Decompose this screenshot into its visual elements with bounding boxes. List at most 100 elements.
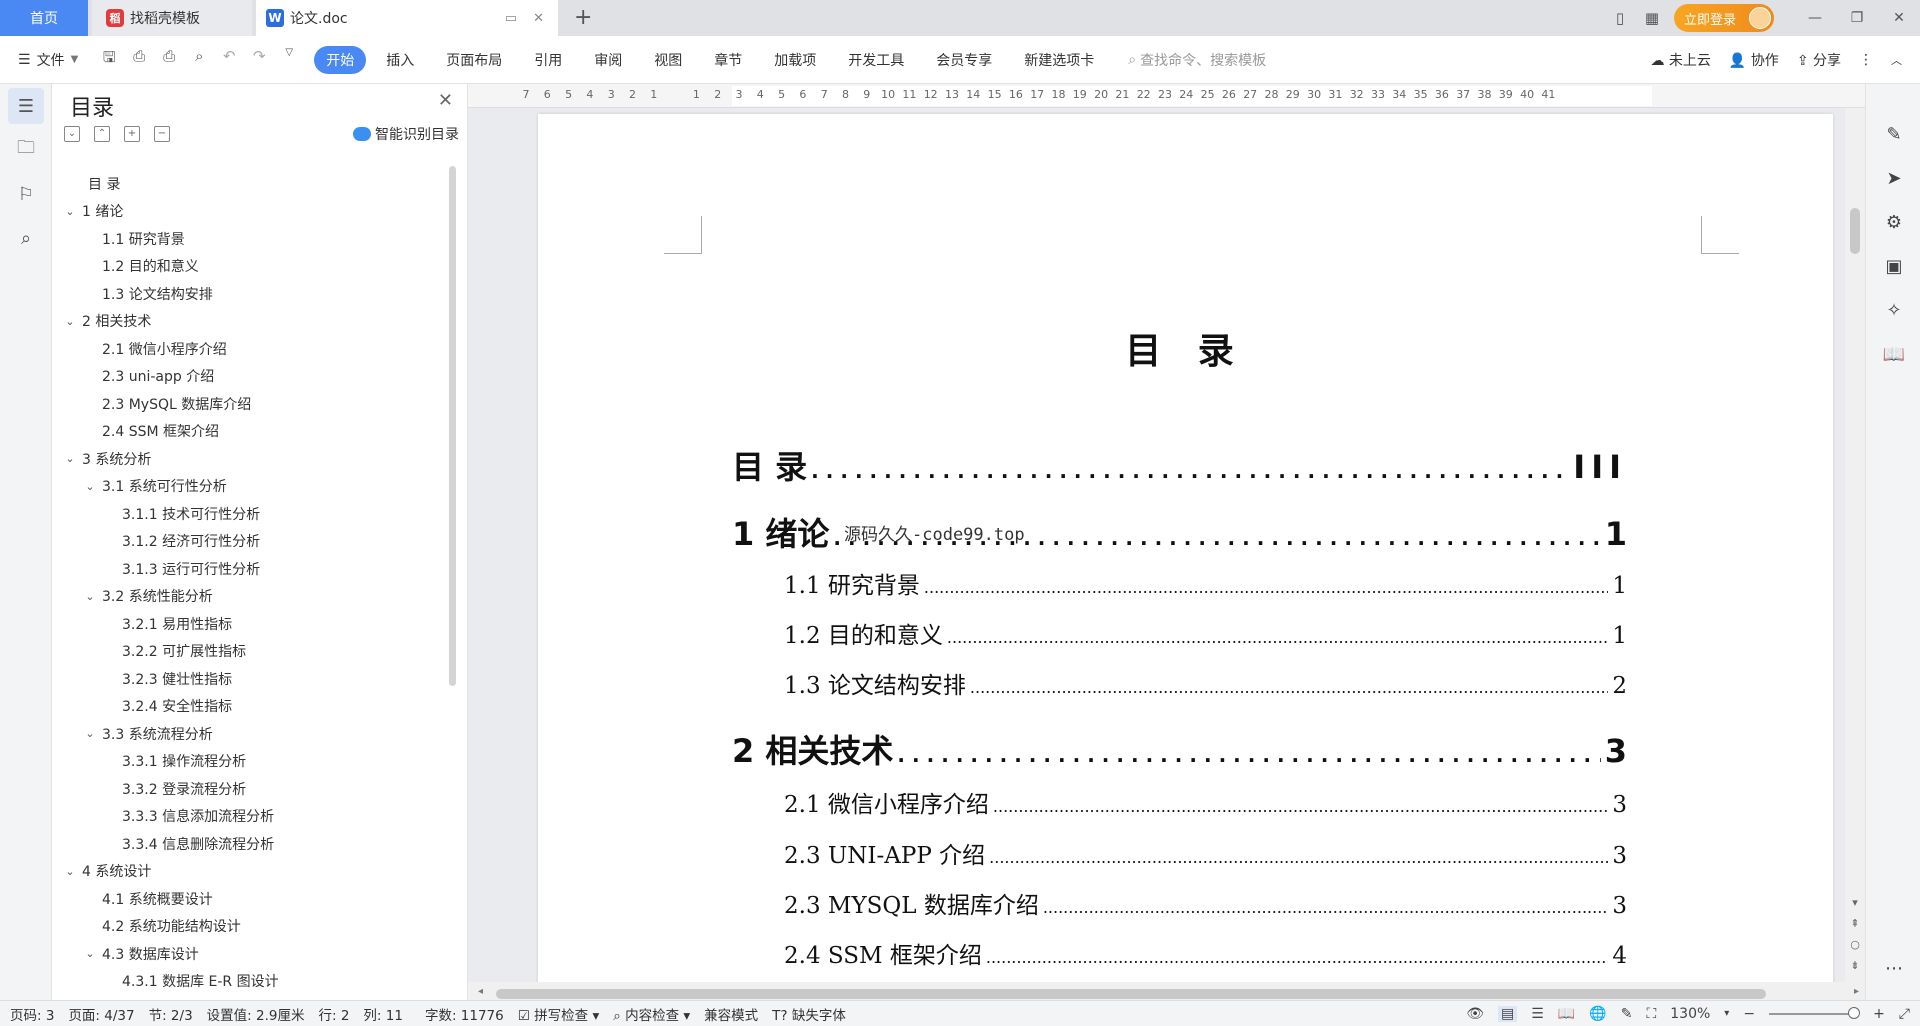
navigation-icon[interactable]: 🗀 bbox=[8, 132, 44, 168]
chevron-down-icon[interactable]: ⌄ bbox=[62, 452, 78, 465]
export-pdf-icon[interactable]: ⎙ bbox=[128, 47, 150, 72]
close-icon[interactable]: ✕ bbox=[438, 90, 453, 111]
tab-review[interactable]: 审阅 bbox=[578, 50, 638, 70]
toc-item[interactable]: 1.2 目的和意义 bbox=[52, 253, 448, 281]
spell-check-button[interactable]: ☑ 拼写检查 ▾ bbox=[518, 1004, 599, 1024]
toc-panel-icon[interactable]: ☰ bbox=[8, 88, 44, 124]
doc-toc-entry[interactable]: 2.1 微信小程序介绍.............................… bbox=[784, 785, 1627, 819]
toc-item[interactable]: ⌄ 2 相关技术 bbox=[52, 308, 448, 336]
more-vertical-icon[interactable]: ⋮ bbox=[1859, 52, 1873, 68]
toc-item[interactable]: 4.3.1 数据库 E-R 图设计 bbox=[52, 968, 448, 996]
chevron-down-icon[interactable]: ⌄ bbox=[82, 947, 98, 960]
share-button[interactable]: ⇪ 分享 bbox=[1797, 50, 1841, 70]
toc-item[interactable]: ⌄ 1 绪论 bbox=[52, 198, 448, 226]
tab-new-tab[interactable]: 新建选项卡 bbox=[1008, 50, 1110, 70]
find-icon[interactable]: ⌕ bbox=[8, 220, 44, 256]
chevron-down-icon[interactable]: ⌄ bbox=[82, 480, 98, 493]
tab-insert[interactable]: 插入 bbox=[370, 50, 430, 70]
fullscreen-icon[interactable]: ⤢ bbox=[1899, 1006, 1910, 1022]
chevron-down-icon[interactable]: ⌄ bbox=[62, 205, 78, 218]
new-tab-icon[interactable]: + bbox=[574, 5, 592, 30]
prev-page-icon[interactable]: ⇞ bbox=[1850, 917, 1859, 930]
write-mode-icon[interactable]: ✎ bbox=[1621, 1006, 1633, 1022]
tab-addins[interactable]: 加载项 bbox=[758, 50, 832, 70]
zoom-out-icon[interactable]: − bbox=[1743, 1006, 1755, 1022]
toc-item[interactable]: 3.1.1 技术可行性分析 bbox=[52, 500, 448, 528]
smart-toc-button[interactable]: 智能识别目录 bbox=[353, 124, 459, 144]
doc-toc-entry[interactable]: 1.3 论文结构安排..............................… bbox=[784, 666, 1627, 700]
zoom-dropdown-icon[interactable]: ▾ bbox=[1724, 1008, 1729, 1019]
tab-document[interactable]: W 论文.doc ▭ ✕ bbox=[256, 0, 558, 36]
toc-scrollbar[interactable] bbox=[449, 166, 456, 686]
toc-item[interactable]: 1.3 论文结构安排 bbox=[52, 280, 448, 308]
tab-start[interactable]: 开始 bbox=[314, 45, 367, 74]
toc-item[interactable]: 3.3.3 信息添加流程分析 bbox=[52, 803, 448, 831]
status-word-count[interactable]: 字数: 11776 bbox=[425, 1004, 504, 1024]
scroll-down-icon[interactable]: ▾ bbox=[1852, 896, 1858, 909]
cloud-status[interactable]: ☁ 未上云 bbox=[1650, 50, 1710, 70]
close-window-icon[interactable]: ✕ bbox=[1878, 10, 1920, 26]
fit-page-icon[interactable]: ⛶ bbox=[1646, 1006, 1656, 1022]
toc-item[interactable]: 3.2.1 易用性指标 bbox=[52, 610, 448, 638]
toc-item[interactable]: ⌄ 4.3 数据库设计 bbox=[52, 940, 448, 968]
horizontal-scroll-thumb[interactable] bbox=[496, 989, 1766, 999]
next-page-icon[interactable]: ⇟ bbox=[1850, 959, 1859, 972]
scroll-left-icon[interactable]: ◂ bbox=[478, 986, 483, 997]
collab-button[interactable]: 👤 协作 bbox=[1729, 50, 1779, 70]
toc-item[interactable]: 2.4 SSM 框架介绍 bbox=[52, 418, 448, 446]
zoom-slider[interactable] bbox=[1769, 1006, 1861, 1019]
toc-item[interactable]: 3.2.3 健壮性指标 bbox=[52, 665, 448, 693]
tab-developer[interactable]: 开发工具 bbox=[832, 50, 920, 70]
web-view-icon[interactable]: 🌐 bbox=[1589, 1006, 1606, 1022]
doc-toc-entry[interactable]: 2 相关技术..................................… bbox=[732, 726, 1627, 772]
toc-item[interactable]: 3.1.3 运行可行性分析 bbox=[52, 555, 448, 583]
zoom-slider-knob[interactable] bbox=[1848, 1006, 1861, 1019]
bookmark-icon[interactable]: ⚐ bbox=[8, 176, 44, 212]
toc-item[interactable]: 4.1 系统概要设计 bbox=[52, 885, 448, 913]
zoom-in-icon[interactable]: + bbox=[1873, 1006, 1885, 1022]
image-edit-icon[interactable]: ▣ bbox=[1880, 252, 1908, 280]
doc-toc-entry[interactable]: 1.1 研究背景................................… bbox=[784, 566, 1627, 600]
redo-icon[interactable]: ↷ bbox=[248, 47, 270, 72]
content-check-button[interactable]: ⌕ 内容检查 ▾ bbox=[613, 1004, 690, 1024]
quick-access-more-icon[interactable]: ▽ bbox=[278, 47, 300, 72]
tab-pin-icon[interactable]: ▭ bbox=[505, 11, 517, 26]
select-browse-icon[interactable]: ○ bbox=[1850, 938, 1860, 951]
toc-item[interactable]: ⌄ 3 系统分析 bbox=[52, 445, 448, 473]
collapse-ribbon-icon[interactable]: ︿ bbox=[1891, 52, 1902, 68]
save-icon[interactable]: 🖫 bbox=[98, 47, 120, 72]
toc-item[interactable]: 1.1 研究背景 bbox=[52, 225, 448, 253]
chevron-down-icon[interactable]: ⌄ bbox=[62, 865, 78, 878]
toc-item[interactable]: ⌄ 3.3 系统流程分析 bbox=[52, 720, 448, 748]
demote-icon[interactable]: − bbox=[154, 126, 170, 142]
toc-item[interactable]: ⌄ 4 系统设计 bbox=[52, 858, 448, 886]
chevron-down-icon[interactable]: ⌄ bbox=[82, 727, 98, 740]
sliders-icon[interactable]: ⚙ bbox=[1880, 208, 1908, 236]
outline-view-icon[interactable]: ☰ bbox=[1531, 1006, 1544, 1022]
minimize-icon[interactable]: — bbox=[1794, 10, 1836, 26]
ruler[interactable]: 7 6 5 4 3 2 1 1 2 3 4 5 6 7 8 9 10 11 12 13 14 15 16 17 18 19 20 21… bbox=[468, 84, 1865, 108]
missing-font-button[interactable]: T? 缺失字体 bbox=[772, 1004, 846, 1024]
zoom-level[interactable]: 130% bbox=[1670, 1006, 1710, 1022]
toc-item[interactable]: 3.2.4 安全性指标 bbox=[52, 693, 448, 721]
promote-icon[interactable]: + bbox=[124, 126, 140, 142]
doc-toc-entry[interactable]: 目 录.....................................… bbox=[732, 442, 1627, 488]
toc-item[interactable]: ⌄ 3.2 系统性能分析 bbox=[52, 583, 448, 611]
toc-item[interactable]: 3.3.1 操作流程分析 bbox=[52, 748, 448, 776]
pen-icon[interactable]: ✎ bbox=[1880, 120, 1908, 148]
toc-item[interactable]: 3.3.2 登录流程分析 bbox=[52, 775, 448, 803]
tab-member[interactable]: 会员专享 bbox=[920, 50, 1008, 70]
tab-view[interactable]: 视图 bbox=[638, 50, 698, 70]
toc-item[interactable]: 3.2.2 可扩展性指标 bbox=[52, 638, 448, 666]
doc-toc-entry[interactable]: 2.4 SSM 框架介绍............................… bbox=[784, 936, 1627, 970]
reading-view-icon[interactable]: 📖 bbox=[1558, 1006, 1575, 1022]
collapse-all-icon[interactable]: ⌃ bbox=[94, 126, 110, 142]
toc-item[interactable]: 4.2 系统功能结构设计 bbox=[52, 913, 448, 941]
pointer-icon[interactable]: ➤ bbox=[1880, 164, 1908, 192]
tab-close-icon[interactable]: ✕ bbox=[533, 11, 544, 26]
print-preview-icon[interactable]: ⌕ bbox=[188, 47, 210, 72]
tab-template[interactable]: 稻 找稻壳模板 bbox=[92, 0, 252, 36]
apps-grid-icon[interactable]: ▦ bbox=[1636, 9, 1668, 27]
toc-item[interactable]: 目 录 bbox=[52, 170, 448, 198]
chevron-down-icon[interactable]: ⌄ bbox=[82, 590, 98, 603]
